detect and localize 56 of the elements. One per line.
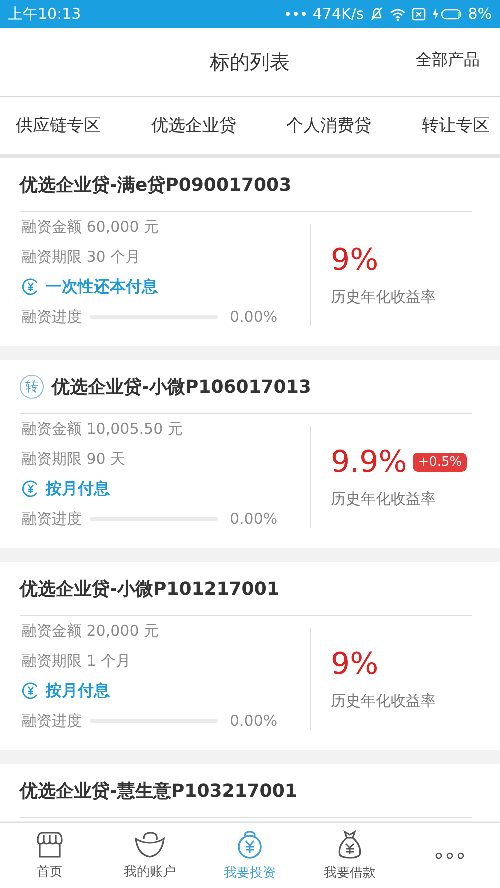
loan-term: 融资期限 30 个月 [22, 246, 142, 268]
repayment-method: 按月付息 [46, 478, 110, 500]
progress-value: 0.00% [230, 712, 278, 730]
loan-term: 融资期限 1 个月 [22, 650, 132, 672]
status-time: 上午10:13 [8, 4, 82, 24]
all-products-button[interactable]: 全部产品 [416, 50, 480, 71]
loan-card[interactable]: 优选企业贷-慧生意P103217001 [0, 764, 500, 821]
repayment-method: 一次性还本付息 [46, 276, 158, 298]
interest-rate: 9% [331, 647, 379, 682]
yen-circle-icon [22, 278, 40, 296]
interest-rate: 9.9% [331, 445, 408, 480]
loan-amount: 融资金额 10,005.50 元 [22, 418, 184, 440]
bonus-rate-badge: +0.5% [413, 453, 468, 472]
progress-value: 0.00% [230, 308, 278, 326]
rate-label: 历史年化收益率 [331, 490, 437, 509]
money-bag-icon [336, 830, 364, 860]
interest-rate: 9% [331, 243, 379, 278]
progress-label: 融资进度 [22, 712, 82, 730]
progress-value: 0.00% [230, 510, 278, 528]
progress-label: 融资进度 [22, 308, 82, 326]
loan-card[interactable]: 优选企业贷-小微P101217001 融资金额 20,000 元 融资期限 1 个月 按月付息 融资进度 0.00% 9% 历史年化收益率 [0, 562, 500, 750]
loan-title: 优选企业贷-小微P101217001 [20, 578, 280, 600]
yen-bag-icon [235, 830, 265, 860]
nav-tab[interactable]: 我的账户 [100, 823, 200, 888]
category-tab[interactable]: 供应链专区 [14, 110, 103, 141]
nav-tab[interactable]: 我要借款 [300, 823, 400, 888]
yen-circle-icon [22, 480, 40, 498]
loan-title: 优选企业贷-慧生意P103217001 [20, 780, 298, 802]
progress-label: 融资进度 [22, 510, 82, 528]
category-tab[interactable]: 优选企业贷 [149, 110, 238, 141]
rate-label: 历史年化收益率 [331, 288, 436, 307]
loan-amount: 融资金额 20,000 元 [22, 620, 160, 642]
loan-title: 优选企业贷-满e贷P090017003 [20, 174, 292, 196]
sim-icon [412, 8, 426, 20]
transfer-badge: 转 [20, 374, 44, 398]
category-tab[interactable]: 个人消费贷 [284, 110, 374, 141]
loan-amount: 融资金额 60,000 元 [22, 216, 160, 238]
network-speed: 474K/s [312, 5, 364, 23]
ingot-icon [134, 830, 166, 858]
nav-tab[interactable]: 首页 [0, 823, 100, 888]
yen-circle-icon [22, 682, 40, 700]
battery-charging-icon [432, 8, 462, 20]
category-tab[interactable]: 转让专区 [420, 110, 492, 141]
storefront-icon [35, 830, 65, 858]
loan-title: 优选企业贷-小微P106017013 [52, 376, 312, 398]
loan-card[interactable]: 转 优选企业贷-小微P106017013 融资金额 10,005.50 元 融资期限 90 天 按月付息 融资进度 0.00% 9.9% +0.5% 历史年化收益率 [0, 360, 500, 548]
bell-muted-icon [370, 7, 384, 21]
loan-term: 融资期限 90 天 [22, 448, 127, 470]
page-title: 标的列表 [210, 48, 290, 76]
dots-icon [284, 11, 307, 17]
rate-label: 历史年化收益率 [331, 692, 436, 711]
battery-level: 8% [468, 5, 492, 23]
wifi-icon [390, 8, 406, 20]
loan-card[interactable]: 优选企业贷-满e贷P090017003 融资金额 60,000 元 融资期限 30 个月 一次性还本付息 融资进度 0.00% 9% 历史年化收益率 [0, 158, 500, 346]
repayment-method: 按月付息 [46, 680, 110, 702]
more-icon [435, 850, 465, 860]
